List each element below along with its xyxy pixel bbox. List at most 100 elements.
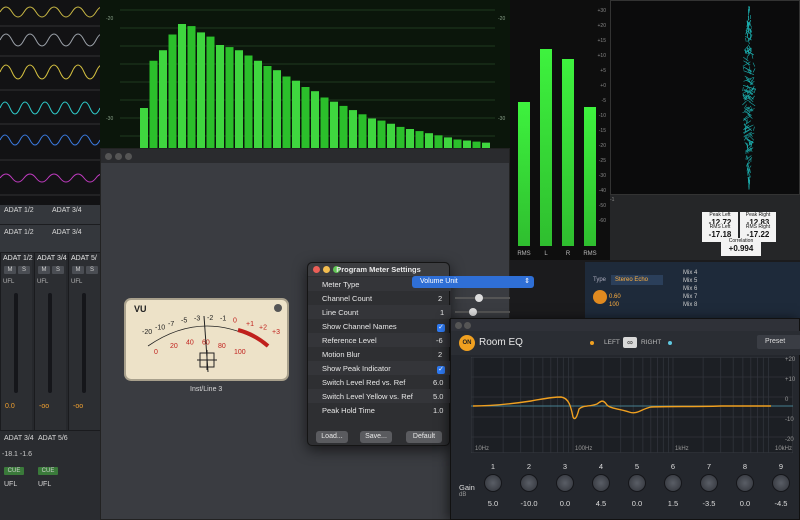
show-channel-names-checkbox[interactable]: ✓ xyxy=(437,324,445,332)
solo-button[interactable]: S xyxy=(18,266,30,274)
spectrum-bar xyxy=(273,70,281,150)
meter-scale-label: -60 xyxy=(598,218,606,224)
mix-item[interactable]: Mix 7 xyxy=(683,294,723,302)
vu-label: VU xyxy=(134,304,147,314)
eq-freq-label: 1kHz xyxy=(675,446,689,452)
mute-button[interactable]: M xyxy=(4,266,16,274)
band-gain-value: -3.5 xyxy=(702,499,716,508)
gain-label: Gain xyxy=(459,483,475,492)
mix-item[interactable]: Mix 4 xyxy=(683,270,723,278)
echo-knob-value: 100 xyxy=(609,302,620,308)
meter-type-select[interactable]: Volume Unit ⇕ xyxy=(412,276,534,288)
minimize-button[interactable] xyxy=(115,153,122,160)
channel-fader[interactable] xyxy=(82,293,86,393)
echo-type-select[interactable]: Stereo Echo xyxy=(611,275,663,285)
link-icon[interactable]: ∞ xyxy=(623,337,637,348)
spectrum-scale: -20 xyxy=(498,16,505,22)
spectrum-bar xyxy=(368,118,376,150)
channel-count-slider[interactable] xyxy=(455,294,510,302)
spectrum-bar xyxy=(206,36,215,150)
console-row: ADAT 1/2 ADAT 3/4 xyxy=(0,225,100,253)
echo-knob[interactable] xyxy=(593,290,607,304)
meter-label: L xyxy=(544,251,548,257)
mute-button[interactable]: M xyxy=(38,266,50,274)
channel-fader[interactable] xyxy=(14,293,18,393)
solo-button[interactable]: S xyxy=(52,266,64,274)
band-number: 4 xyxy=(598,462,604,471)
setting-peak-hold: Peak Hold Time xyxy=(308,403,451,417)
band-gain-knob[interactable] xyxy=(592,474,610,492)
console-row-label: ADAT 1/2 xyxy=(4,207,34,214)
preset-dropdown[interactable]: Preset xyxy=(757,335,800,349)
vu-caption: Inst/Line 3 xyxy=(190,386,223,393)
default-button[interactable]: Default xyxy=(406,431,442,443)
program-meter-settings-dialog: Program Meter Settings Meter Type Channe… xyxy=(307,262,451,446)
echo-panel: Type Stereo Echo 0.60 100 Mix 4 Mix 5 Mi… xyxy=(585,262,800,322)
vu-pivot-icon xyxy=(197,350,217,370)
setting-label: Switch Level Yellow vs. Ref xyxy=(322,392,413,401)
band-number: 6 xyxy=(670,462,676,471)
minimize-button[interactable] xyxy=(464,322,471,329)
close-button[interactable] xyxy=(455,322,462,329)
show-peak-indicator-checkbox[interactable]: ✓ xyxy=(437,366,445,374)
band-gain-knob[interactable] xyxy=(736,474,754,492)
spectrum-bar xyxy=(282,76,291,150)
vu-percent-label: 0 xyxy=(154,349,158,356)
cue-button[interactable]: CUE xyxy=(38,467,58,475)
cue-button[interactable]: CUE xyxy=(4,467,24,475)
band-gain-knob[interactable] xyxy=(520,474,538,492)
setting-channel-count: Channel Count xyxy=(308,291,451,305)
solo-button[interactable]: S xyxy=(86,266,98,274)
band-number: 5 xyxy=(634,462,640,471)
vu-scale-label: -7 xyxy=(168,321,174,328)
channel-count-value: 2 xyxy=(438,294,443,303)
eq-freq-label: 100Hz xyxy=(575,446,592,452)
vu-scale-label: 0 xyxy=(233,318,237,325)
input-waveforms xyxy=(0,0,100,205)
line-count-slider[interactable] xyxy=(455,308,510,316)
band-gain-knob[interactable] xyxy=(484,474,502,492)
zoom-button[interactable] xyxy=(125,153,132,160)
vu-scale-label: -1 xyxy=(220,316,226,323)
channel-level: -18.1 -1.6 xyxy=(2,451,32,458)
right-channel-button[interactable]: RIGHT xyxy=(641,339,661,346)
channel-ufl: UFL xyxy=(3,279,15,285)
spectrum-bar xyxy=(263,66,272,150)
load-button[interactable]: Load... xyxy=(316,431,348,443)
correlation-value: +0.994 xyxy=(728,244,754,253)
meter-scale-label: +15 xyxy=(597,38,606,44)
spectrum-bar xyxy=(387,123,395,150)
band-gain-knob[interactable] xyxy=(556,474,574,492)
eq-on-button[interactable]: ON xyxy=(459,335,475,351)
band-gain-value: -10.0 xyxy=(520,499,538,508)
setting-label: Switch Level Red vs. Ref xyxy=(322,378,406,387)
mute-button[interactable]: M xyxy=(72,266,84,274)
mix-item[interactable]: Mix 6 xyxy=(683,286,723,294)
spectrum-bar xyxy=(320,97,329,150)
mix-item[interactable]: Mix 5 xyxy=(683,278,723,286)
eq-graph[interactable]: 10Hz 100Hz 1kHz 10kHz xyxy=(471,357,793,453)
vu-scale-label: -2 xyxy=(207,315,213,322)
spectrum-bar xyxy=(406,129,414,150)
vu-scale-label: +2 xyxy=(259,325,267,332)
setting-label: Show Channel Names xyxy=(322,322,397,331)
band-gain-knob[interactable] xyxy=(664,474,682,492)
band-number: 2 xyxy=(526,462,532,471)
console-row-label: ADAT 1/2 xyxy=(4,229,34,236)
band-gain-knob[interactable] xyxy=(628,474,646,492)
peak-hold-value: 1.0 xyxy=(433,406,444,415)
channel-fader[interactable] xyxy=(48,293,52,393)
spectrum-bar xyxy=(225,47,234,150)
spectrum-bar xyxy=(377,120,386,150)
setting-label: Peak Hold Time xyxy=(322,406,375,415)
left-channel-button[interactable]: LEFT xyxy=(604,339,620,346)
setting-show-channel-names: Show Channel Names xyxy=(308,319,451,333)
close-button[interactable] xyxy=(105,153,112,160)
save-button[interactable]: Save... xyxy=(360,431,392,443)
channel-row-lower: ADAT 3/4 ADAT 5/6 CUE CUE UFL UFL -18.1 … xyxy=(0,430,100,520)
band-gain-knob[interactable] xyxy=(700,474,718,492)
window-titlebar xyxy=(101,149,509,163)
mix-item[interactable]: Mix 8 xyxy=(683,302,723,310)
meter-label: RMS xyxy=(517,251,531,257)
band-gain-knob[interactable] xyxy=(772,474,790,492)
